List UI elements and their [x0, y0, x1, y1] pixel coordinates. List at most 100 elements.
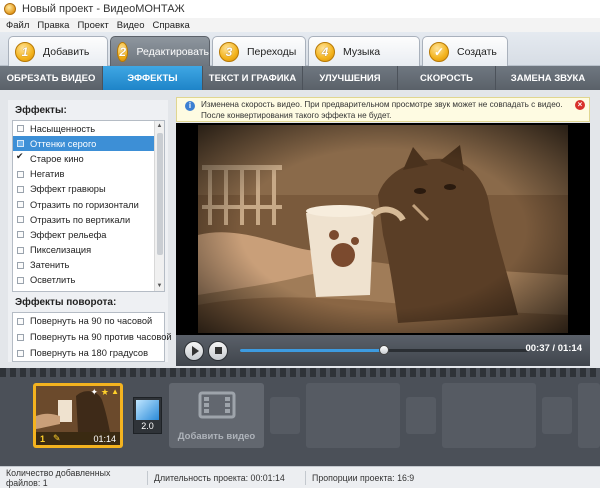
- step-label: Музыка: [343, 45, 381, 58]
- title-bar: Новый проект - ВидеоМОНТАЖ: [0, 0, 600, 18]
- checkbox[interactable]: [17, 201, 24, 209]
- step-label: Создать: [457, 45, 497, 58]
- checkbox[interactable]: [17, 140, 24, 148]
- menu-edit[interactable]: Правка: [37, 20, 69, 31]
- scroll-down-arrow-icon[interactable]: ▼: [155, 281, 164, 291]
- tab-effects[interactable]: ЭФФЕКТЫ: [103, 66, 203, 90]
- menu-file[interactable]: Файл: [6, 20, 29, 31]
- effect-item-lighten[interactable]: Осветлить: [13, 273, 164, 288]
- time-display: 00:37 / 01:14: [525, 343, 582, 354]
- app-logo-icon: [4, 3, 16, 15]
- tab-trim-video[interactable]: ОБРЕЗАТЬ ВИДЕО: [0, 66, 103, 90]
- scrollbar-thumb[interactable]: [157, 133, 163, 255]
- scroll-up-arrow-icon[interactable]: ▲: [155, 121, 164, 131]
- clip-index: 1: [40, 433, 46, 444]
- effect-item-flip-vertical[interactable]: Отразить по вертикали: [13, 212, 164, 227]
- play-icon: [191, 345, 199, 356]
- step-add[interactable]: 1 Добавить: [8, 36, 108, 66]
- step-label: Редактировать: [136, 45, 209, 58]
- rotation-heading: Эффекты поворота:: [15, 297, 117, 308]
- checkbox[interactable]: [17, 317, 24, 325]
- checkbox-checked[interactable]: [16, 151, 24, 162]
- checkbox[interactable]: [17, 125, 24, 133]
- add-video-button[interactable]: Добавить видео: [169, 383, 264, 448]
- checkmark-icon: ✓: [429, 41, 449, 62]
- rotation-item-90-cw[interactable]: Повернуть на 90 по часовой: [13, 313, 164, 329]
- effect-label: Эффект гравюры: [30, 184, 106, 195]
- transition-slot[interactable]: 2.0: [133, 397, 162, 434]
- status-aspect: Пропорции проекта: 16:9: [312, 472, 415, 483]
- empty-transition-slot[interactable]: [542, 397, 572, 434]
- step-number-badge: 4: [315, 41, 335, 62]
- checkbox[interactable]: [17, 216, 24, 224]
- star-icon: ★: [100, 387, 109, 397]
- empty-transition-slot[interactable]: [406, 397, 436, 434]
- pencil-icon[interactable]: ✎: [53, 433, 61, 444]
- stop-button[interactable]: [208, 340, 228, 361]
- info-icon: i: [185, 101, 195, 111]
- checkbox[interactable]: [17, 261, 24, 269]
- checkbox[interactable]: [17, 185, 24, 193]
- transition-preview: [136, 400, 159, 420]
- effect-item-emboss[interactable]: Эффект рельефа: [13, 227, 164, 242]
- checkbox[interactable]: [17, 276, 24, 284]
- checkbox[interactable]: [17, 246, 24, 254]
- effect-item-old-film[interactable]: Старое кино: [13, 151, 164, 166]
- window-title: Новый проект - ВидеоМОНТАЖ: [22, 3, 185, 15]
- checkbox[interactable]: [17, 231, 24, 239]
- film-icon: [198, 391, 236, 419]
- checkbox[interactable]: [17, 333, 24, 341]
- effects-scrollbar[interactable]: ▲ ▼: [154, 121, 164, 291]
- effect-item-flip-horizontal[interactable]: Отразить по горизонтали: [13, 197, 164, 212]
- menu-video[interactable]: Видео: [117, 20, 145, 31]
- effect-item-negative[interactable]: Негатив: [13, 167, 164, 182]
- close-icon[interactable]: ×: [575, 100, 585, 110]
- effect-label: Осветлить: [30, 275, 76, 286]
- warning-icon: ▲: [111, 387, 119, 396]
- step-edit[interactable]: 2 Редактировать: [110, 36, 210, 66]
- effects-heading: Эффекты:: [15, 105, 67, 116]
- status-files-count: Количество добавленных файлов: 1: [0, 468, 148, 488]
- step-create[interactable]: ✓ Создать: [422, 36, 508, 66]
- effect-item-pixelate[interactable]: Пикселизация: [13, 243, 164, 258]
- menu-project[interactable]: Проект: [77, 20, 108, 31]
- empty-clip-slot[interactable]: [442, 383, 536, 448]
- effect-item-saturation[interactable]: Насыщенность: [13, 121, 164, 136]
- effect-label: Насыщенность: [30, 123, 96, 134]
- menu-help[interactable]: Справка: [153, 20, 190, 31]
- rotation-item-180[interactable]: Повернуть на 180 градусов: [13, 345, 164, 361]
- video-preview: [176, 123, 590, 335]
- checkbox[interactable]: [17, 349, 24, 357]
- effects-list: Насыщенность Оттенки серого Старое кино …: [12, 120, 165, 292]
- empty-clip-slot[interactable]: [306, 383, 400, 448]
- seek-handle[interactable]: [379, 345, 389, 355]
- step-transitions[interactable]: 3 Переходы: [212, 36, 306, 66]
- empty-clip-slot[interactable]: [578, 383, 600, 448]
- effect-item-engraving[interactable]: Эффект гравюры: [13, 182, 164, 197]
- rotation-list: Повернуть на 90 по часовой Повернуть на …: [12, 312, 172, 362]
- status-bar: Количество добавленных файлов: 1 Длитель…: [0, 466, 600, 488]
- effect-label: Пикселизация: [30, 245, 92, 256]
- effect-label: Негатив: [30, 169, 65, 180]
- step-number-badge: 1: [15, 41, 35, 62]
- effect-item-darken[interactable]: Затенить: [13, 258, 164, 273]
- tab-text-graphics[interactable]: ТЕКСТ И ГРАФИКА: [203, 66, 303, 90]
- tab-speed[interactable]: СКОРОСТЬ: [398, 66, 496, 90]
- step-music[interactable]: 4 Музыка: [308, 36, 420, 66]
- rotation-label: Повернуть на 90 против часовой: [30, 332, 172, 342]
- rotation-item-90-ccw[interactable]: Повернуть на 90 против часовой: [13, 329, 172, 345]
- play-button[interactable]: [184, 340, 204, 361]
- step-number-badge: 2: [117, 41, 129, 62]
- tab-replace-audio[interactable]: ЗАМЕНА ЗВУКА: [496, 66, 600, 90]
- effect-item-grayscale[interactable]: Оттенки серого: [13, 136, 164, 152]
- checkbox[interactable]: [17, 170, 24, 178]
- clip-info-bar: 1 ✎ 01:14: [36, 432, 120, 445]
- empty-transition-slot[interactable]: [270, 397, 300, 434]
- tab-enhancements[interactable]: УЛУЧШЕНИЯ: [303, 66, 398, 90]
- effect-label: Эффект рельефа: [30, 229, 107, 240]
- seek-bar[interactable]: [240, 345, 528, 355]
- stop-icon: [214, 347, 222, 354]
- status-duration: Длительность проекта: 00:01:14: [148, 470, 306, 485]
- player-controls: 00:37 / 01:14: [176, 335, 590, 366]
- transition-duration: 2.0: [141, 421, 154, 431]
